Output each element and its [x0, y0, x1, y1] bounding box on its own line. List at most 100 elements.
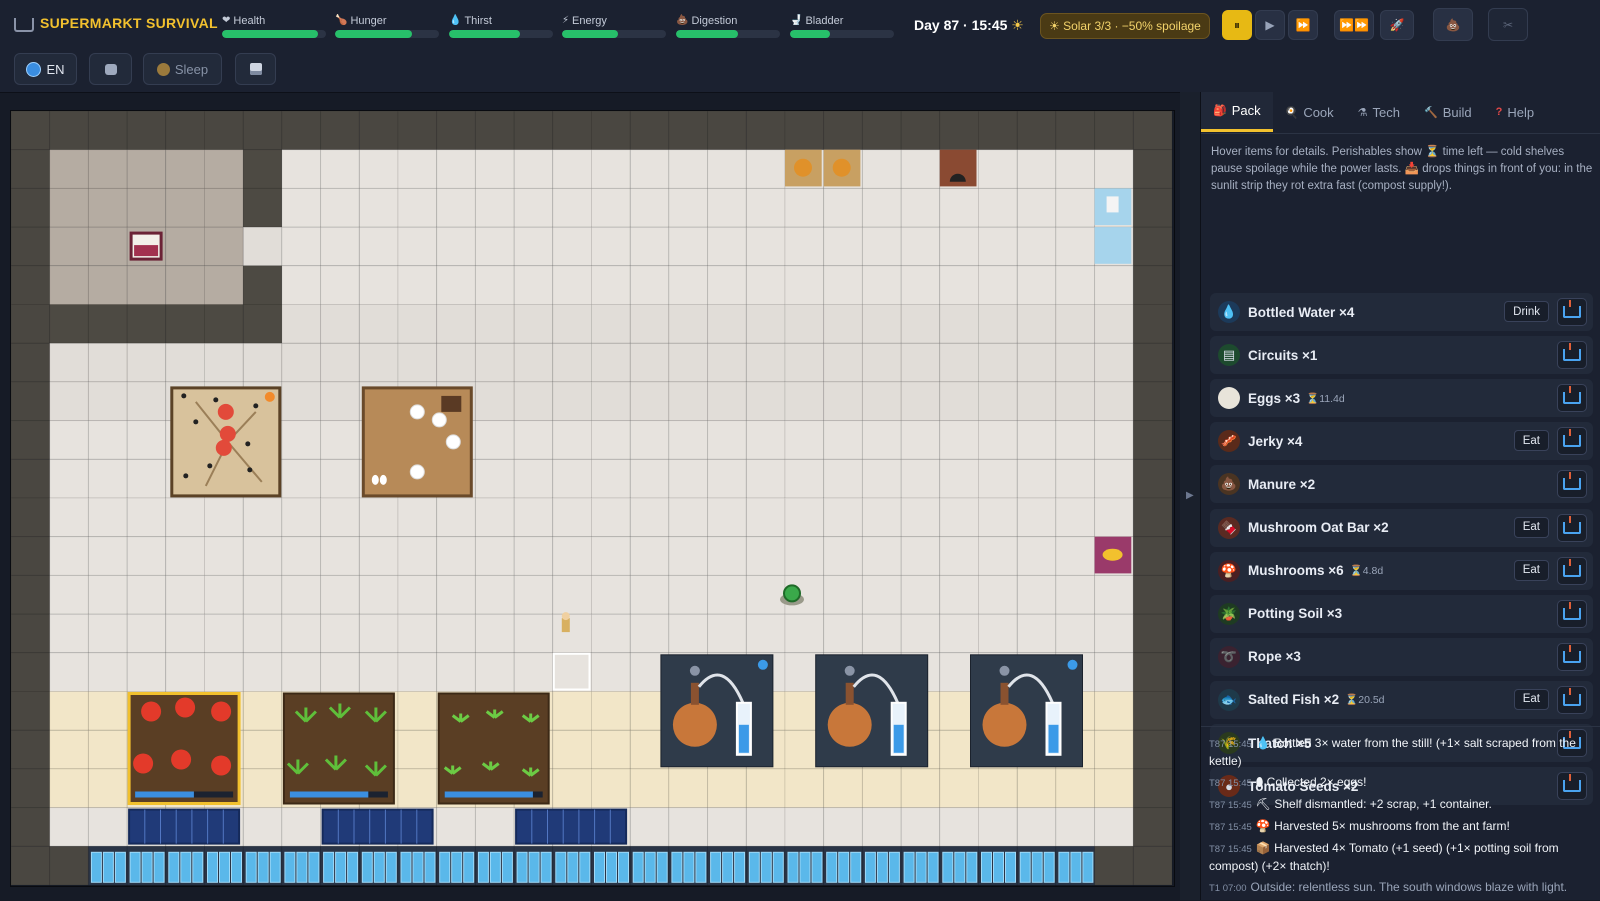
circuit-icon: ▤ [1218, 344, 1240, 367]
floor-tile [281, 187, 322, 228]
floor-tile [552, 265, 592, 306]
panel-toggle-icon[interactable]: ▶ [1186, 490, 1194, 501]
floor-tile [320, 149, 360, 189]
eat-button[interactable]: Eat [1513, 516, 1549, 538]
floor-tile [552, 304, 592, 344]
floor-tile [1094, 420, 1134, 460]
window-pane [245, 851, 257, 883]
inventory-item[interactable]: ▤ Circuits ×1 [1210, 336, 1593, 375]
poop-action-button[interactable]: 💩 [1433, 8, 1473, 41]
floor-tile [436, 497, 476, 538]
save-button[interactable] [235, 53, 276, 85]
drink-button[interactable]: Drink [1504, 301, 1549, 322]
floor-tile [204, 613, 244, 654]
tab-cook[interactable]: 🍳 Cook [1273, 92, 1346, 132]
eat-button[interactable]: Eat [1513, 430, 1549, 452]
floor-tile [281, 574, 322, 615]
stat-bar [335, 30, 439, 38]
floor-tile [939, 458, 979, 499]
floor-tile [397, 149, 438, 189]
window-pane [787, 851, 799, 883]
floor-tile [900, 574, 941, 615]
drop-button[interactable] [1557, 470, 1587, 499]
drop-button[interactable] [1557, 642, 1587, 671]
floor-tile [320, 187, 360, 228]
floor-tile [358, 536, 399, 576]
board-canvas[interactable] [11, 111, 1174, 886]
floor-tile [629, 536, 670, 576]
floor-tile [204, 652, 244, 692]
tools-button[interactable]: ✂ [1488, 8, 1528, 41]
tab-pack[interactable]: 🎒 Pack [1201, 92, 1273, 132]
drop-button[interactable] [1557, 513, 1587, 542]
log-entry: T87 15:45 📦 Harvested 4× Tomato (+1 seed)… [1201, 840, 1600, 879]
inventory-item[interactable]: 🍄 Mushrooms ×6 ⏳4.8d Eat [1210, 551, 1593, 590]
log-entry-icon: 📦 [1255, 841, 1275, 855]
floor-tile [1132, 768, 1173, 809]
sleep-button[interactable]: Sleep [143, 53, 222, 85]
floor-tile [126, 265, 167, 306]
fastest-button[interactable]: ⏩⏩ [1334, 10, 1374, 40]
stat-bar-fill [335, 30, 412, 38]
floor-tile [513, 536, 554, 576]
floor-tile [745, 111, 786, 151]
floor-tile [668, 768, 709, 809]
inventory-item[interactable]: 🪴 Potting Soil ×3 [1210, 594, 1593, 633]
inventory-item-name: Bottled Water ×4 [1248, 304, 1355, 320]
floor-tile [707, 381, 747, 422]
floor-tile [87, 226, 128, 267]
language-button[interactable]: EN [14, 53, 77, 85]
eat-button[interactable]: Eat [1513, 559, 1549, 581]
fast-button[interactable]: ⏩ [1288, 10, 1318, 40]
tab-label: Pack [1231, 103, 1261, 118]
tab-label: Cook [1303, 104, 1334, 120]
drop-button[interactable] [1557, 556, 1587, 585]
floor-tile [1016, 265, 1057, 306]
eat-button[interactable]: Eat [1513, 688, 1549, 710]
inventory-item[interactable]: 💩 Manure ×2 [1210, 465, 1593, 504]
tab-help[interactable]: ? Help [1484, 92, 1546, 132]
drop-button[interactable] [1557, 341, 1587, 370]
tab-build[interactable]: 🔨 Build [1412, 92, 1484, 132]
drop-button[interactable] [1557, 298, 1587, 326]
floor-tile [11, 458, 51, 499]
floor-tile [358, 226, 399, 267]
floor-tile [745, 807, 786, 847]
game-board[interactable] [10, 110, 1175, 887]
floor-tile [1016, 497, 1057, 538]
rope-icon: ➰ [1218, 645, 1240, 668]
log-entry-icon: ⛏ [1255, 797, 1275, 811]
play-button[interactable]: ▶ [1255, 10, 1285, 40]
floor-tile [49, 729, 89, 770]
inventory-item[interactable]: 🍫 Mushroom Oat Bar ×2 Eat [1210, 508, 1593, 547]
drop-button[interactable] [1557, 599, 1587, 628]
pause-button[interactable]: ⏸ [1222, 10, 1252, 40]
tomato-icon [175, 697, 196, 718]
floor-tile [126, 304, 167, 344]
inventory-item[interactable]: ⬮ Eggs ×3 ⏳11.4d [1210, 379, 1593, 418]
floor-tile [978, 265, 1018, 306]
floor-tile [126, 111, 167, 151]
inventory-item[interactable]: ➰ Rope ×3 [1210, 637, 1593, 676]
drop-button[interactable] [1557, 685, 1587, 714]
drop-button[interactable] [1557, 427, 1587, 456]
tab-tech[interactable]: ⚗ Tech [1346, 92, 1412, 132]
floor-tile [11, 652, 51, 692]
egg-icon: ⬮ [1218, 387, 1240, 410]
floor-tile [11, 111, 51, 151]
inventory-item[interactable]: 🥓 Jerky ×4 Eat [1210, 422, 1593, 461]
floor-tile [436, 574, 476, 615]
floor-tile [513, 226, 554, 267]
inventory-item[interactable]: 🐟 Salted Fish ×2 ⏳20.5d Eat [1210, 680, 1593, 719]
log-entry: T87 15:45 🍄 Harvested 5× mushrooms from t… [1201, 818, 1600, 840]
floor-tile [552, 111, 592, 151]
floor-tile [668, 458, 709, 499]
drop-button[interactable] [1557, 384, 1587, 413]
rocket-button[interactable]: 🚀 [1380, 10, 1414, 40]
robot-button[interactable] [89, 53, 132, 85]
floor-tile [978, 768, 1018, 809]
inventory-item[interactable]: 💧 Bottled Water ×4 Drink [1210, 293, 1593, 331]
ant [245, 441, 251, 447]
floor-tile [784, 111, 825, 151]
floor-tile [939, 342, 979, 383]
